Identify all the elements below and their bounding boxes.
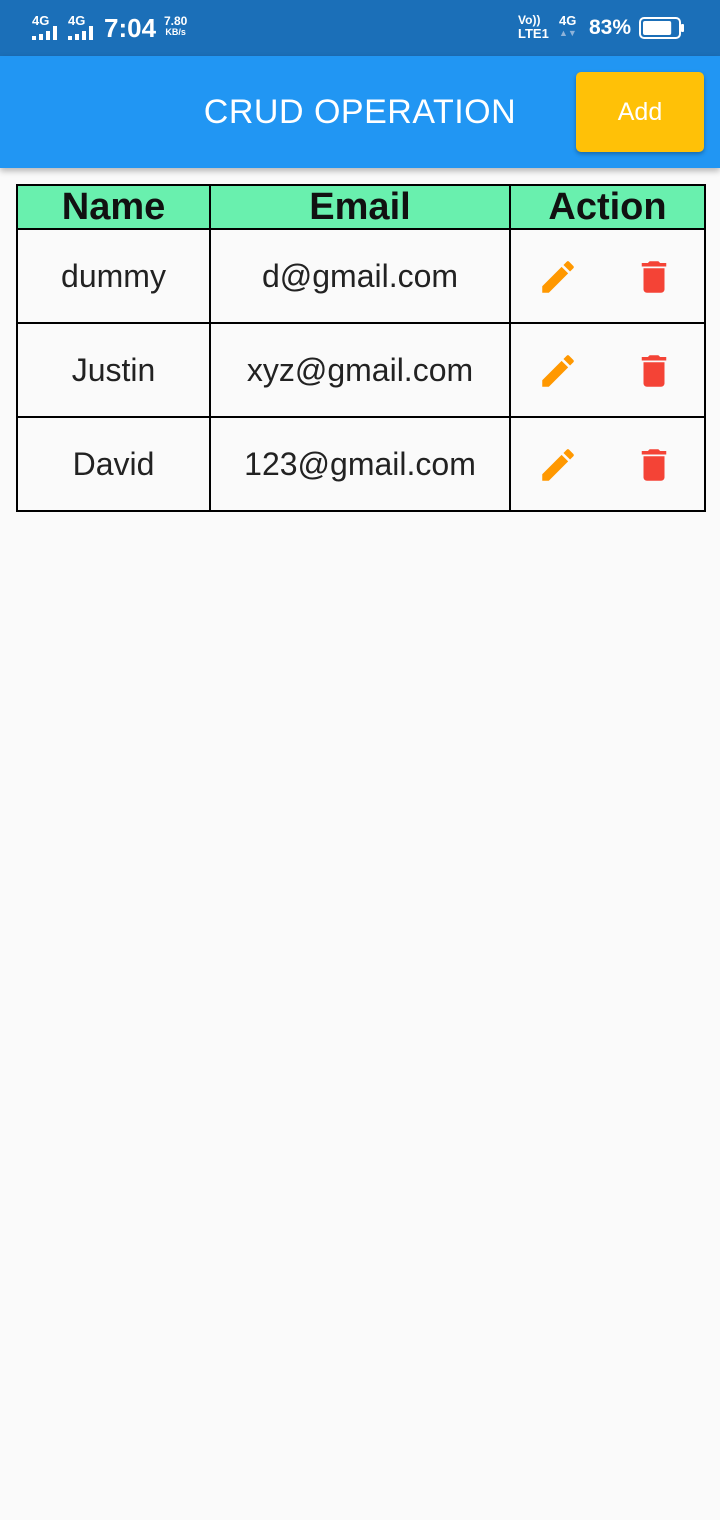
pencil-icon[interactable] bbox=[537, 256, 579, 298]
network-speed-unit: KB/s bbox=[165, 27, 186, 37]
data-network-label: 4G bbox=[559, 13, 577, 28]
clock-time: 7:04 bbox=[104, 13, 157, 43]
table-row: David 123@gmail.com bbox=[16, 416, 706, 512]
battery-icon bbox=[639, 17, 684, 39]
trash-icon[interactable] bbox=[633, 256, 675, 298]
name-cell: Justin bbox=[16, 322, 211, 418]
table-row: dummy d@gmail.com bbox=[16, 228, 706, 324]
actions-cell bbox=[509, 322, 706, 418]
status-bar: 4G 4G 7:04 7.80 KB/s Vo)) LTE1 4G ▲▼ 83% bbox=[0, 0, 720, 56]
data-network-indicator: 4G ▲▼ bbox=[559, 14, 577, 40]
pencil-icon[interactable] bbox=[537, 350, 579, 392]
signal-strength-icon: 4G bbox=[30, 14, 66, 42]
column-header-action: Action bbox=[509, 184, 706, 230]
network-speed-value: 7.80 bbox=[164, 14, 188, 28]
network-speed: 7.80 KB/s bbox=[164, 15, 187, 37]
users-table: Name Email Action dummy d@gmail.com Just… bbox=[16, 184, 706, 512]
column-header-email: Email bbox=[209, 184, 511, 230]
lte-label: LTE1 bbox=[518, 26, 549, 41]
table-row: Justin xyz@gmail.com bbox=[16, 322, 706, 418]
name-cell: dummy bbox=[16, 228, 211, 324]
pencil-icon[interactable] bbox=[537, 444, 579, 486]
battery-percent: 83% bbox=[589, 16, 632, 39]
app-bar: CRUD OPERATION Add bbox=[0, 56, 720, 168]
trash-icon[interactable] bbox=[633, 350, 675, 392]
signal-strength-icon: 4G bbox=[66, 14, 102, 42]
actions-cell bbox=[509, 228, 706, 324]
page-title: CRUD OPERATION bbox=[203, 93, 517, 131]
add-button[interactable]: Add bbox=[576, 72, 704, 152]
table-header-row: Name Email Action bbox=[16, 184, 706, 230]
email-cell: d@gmail.com bbox=[209, 228, 511, 324]
trash-icon[interactable] bbox=[633, 444, 675, 486]
email-cell: 123@gmail.com bbox=[209, 416, 511, 512]
email-cell: xyz@gmail.com bbox=[209, 322, 511, 418]
volte-label: Vo)) bbox=[518, 13, 541, 27]
volte-indicator: Vo)) LTE1 bbox=[518, 13, 549, 41]
actions-cell bbox=[509, 416, 706, 512]
name-cell: David bbox=[16, 416, 211, 512]
column-header-name: Name bbox=[16, 184, 211, 230]
data-activity-icon: ▲▼ bbox=[559, 28, 577, 38]
